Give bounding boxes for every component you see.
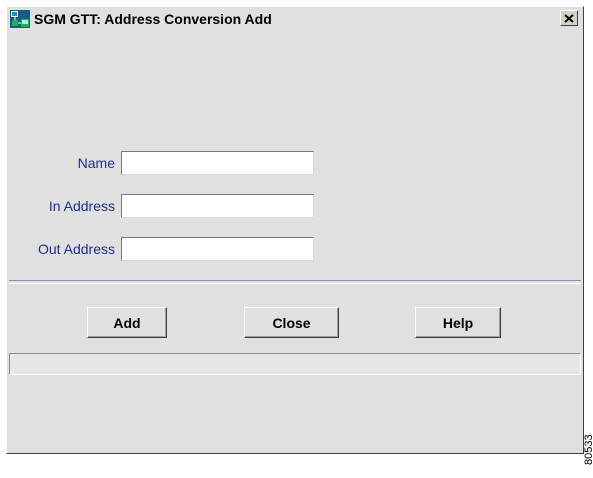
name-field[interactable]	[121, 151, 314, 175]
form-separator	[9, 280, 581, 284]
in-address-label: In Address	[48, 198, 115, 214]
window-close-button[interactable]	[560, 10, 578, 26]
in-address-field[interactable]	[121, 194, 314, 218]
out-address-label: Out Address	[37, 241, 115, 257]
title-bar[interactable]: SGM GTT: Address Conversion Add	[7, 7, 583, 31]
name-label: Name	[77, 155, 115, 171]
out-address-field[interactable]	[121, 237, 314, 261]
window-title: SGM GTT: Address Conversion Add	[34, 11, 272, 27]
close-button[interactable]: Close	[244, 307, 339, 338]
add-button[interactable]: Add	[87, 307, 167, 338]
status-bar	[9, 353, 581, 375]
dialog-window: SGM GTT: Address Conversion Add Name In …	[6, 6, 584, 454]
app-network-icon	[10, 10, 30, 28]
help-button[interactable]: Help	[415, 307, 501, 338]
figure-number: 80533	[583, 434, 593, 465]
close-icon	[564, 13, 574, 23]
